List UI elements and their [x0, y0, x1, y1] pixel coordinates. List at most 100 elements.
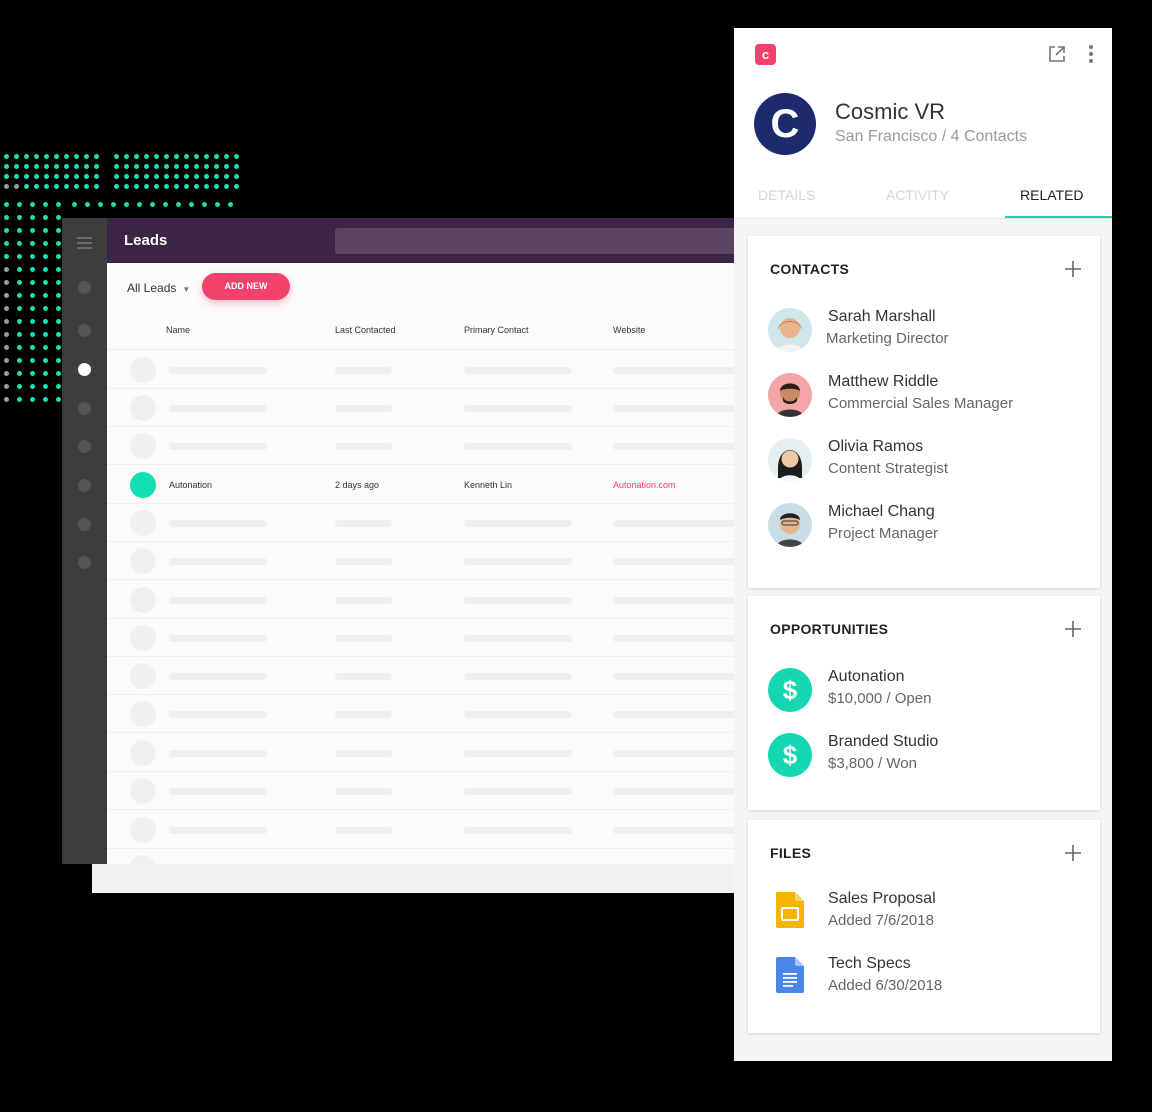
contact-item[interactable]: Michael Chang Project Manager: [768, 501, 1088, 551]
app-window-shadow: [92, 860, 738, 893]
contact-item[interactable]: Sarah Marshall Marketing Director: [768, 306, 1088, 356]
decorative-dot: [17, 293, 22, 298]
nav-rail-item[interactable]: [78, 479, 91, 492]
add-opportunity-plus-icon[interactable]: [1065, 621, 1081, 637]
decorative-dot: [30, 345, 35, 350]
placeholder-avatar: [130, 357, 156, 383]
placeholder-bar: [335, 711, 392, 718]
placeholder-bar: [169, 367, 267, 374]
decorative-dot: [17, 280, 22, 285]
more-options-icon[interactable]: [1083, 44, 1099, 64]
decorative-dot: [164, 184, 169, 189]
table-row-placeholder[interactable]: [107, 427, 738, 465]
decorative-dot: [214, 184, 219, 189]
table-row-placeholder[interactable]: [107, 389, 738, 427]
decorative-dot: [174, 174, 179, 179]
contact-item[interactable]: Olivia Ramos Content Strategist: [768, 436, 1088, 486]
decorative-dot: [43, 345, 48, 350]
column-header-website[interactable]: Website: [613, 325, 645, 335]
placeholder-bar: [169, 750, 267, 757]
decorative-dot: [56, 267, 61, 272]
placeholder-avatar: [130, 778, 156, 804]
table-row-placeholder[interactable]: [107, 542, 738, 580]
decorative-dot: [43, 384, 48, 389]
column-header-primary-contact[interactable]: Primary Contact: [464, 325, 529, 335]
placeholder-bar: [613, 711, 738, 718]
opportunity-item[interactable]: $ Autonation $10,000 / Open: [768, 666, 1088, 716]
decorative-dot: [17, 228, 22, 233]
decorative-dot: [74, 184, 79, 189]
tab-related[interactable]: RELATED: [1020, 187, 1084, 203]
table-row-placeholder[interactable]: [107, 657, 738, 695]
decorative-dot: [64, 184, 69, 189]
decorative-dot: [204, 164, 209, 169]
add-contact-plus-icon[interactable]: [1065, 261, 1081, 277]
nav-rail-item[interactable]: [78, 556, 91, 569]
table-row-placeholder[interactable]: [107, 811, 738, 849]
decorative-dot: [194, 184, 199, 189]
search-input[interactable]: [335, 228, 738, 254]
table-row-placeholder[interactable]: [107, 619, 738, 657]
hamburger-menu-icon[interactable]: [77, 237, 92, 252]
table-row-placeholder[interactable]: [107, 581, 738, 619]
nav-rail-item[interactable]: [78, 281, 91, 294]
placeholder-bar: [335, 520, 392, 527]
opportunity-detail: $10,000 / Open: [828, 690, 932, 707]
decorative-dot: [137, 202, 142, 207]
decorative-dot: [17, 241, 22, 246]
decorative-dot: [74, 164, 79, 169]
decorative-dot: [4, 384, 9, 389]
table-row-placeholder[interactable]: [107, 734, 738, 772]
decorative-dot: [34, 174, 39, 179]
lead-website-link[interactable]: Autonation.com: [613, 480, 676, 490]
tab-activity[interactable]: ACTIVITY: [886, 187, 949, 203]
file-item[interactable]: Tech Specs Added 6/30/2018: [768, 953, 1088, 1003]
column-header-last-contacted[interactable]: Last Contacted: [335, 325, 396, 335]
open-external-icon[interactable]: [1048, 45, 1066, 63]
decorative-dot: [224, 154, 229, 159]
placeholder-bar: [464, 443, 572, 450]
contact-name: Olivia Ramos: [828, 438, 924, 455]
nav-rail-item[interactable]: [78, 402, 91, 415]
placeholder-avatar: [130, 433, 156, 459]
dollar-icon: $: [768, 733, 812, 777]
table-row-lead[interactable]: Autonation 2 days ago Kenneth Lin Autonatio…: [107, 466, 738, 504]
decorative-dot: [56, 293, 61, 298]
nav-rail-item[interactable]: [78, 324, 91, 337]
table-row-placeholder[interactable]: [107, 504, 738, 542]
decorative-dot: [4, 319, 9, 324]
decorative-dot: [43, 202, 48, 207]
decorative-dot: [4, 306, 9, 311]
placeholder-bar: [335, 367, 392, 374]
nav-rail-item[interactable]: [78, 518, 91, 531]
page-title: Leads: [124, 232, 168, 249]
tab-details[interactable]: DETAILS: [758, 187, 815, 203]
decorative-dot: [17, 345, 22, 350]
placeholder-avatar: [130, 855, 156, 864]
decorative-dot: [56, 202, 61, 207]
table-row-placeholder[interactable]: [107, 772, 738, 810]
nav-rail-item-active[interactable]: [78, 363, 91, 376]
decorative-dot: [43, 397, 48, 402]
decorative-dot: [34, 184, 39, 189]
decorative-dot: [94, 184, 99, 189]
table-row-placeholder[interactable]: [107, 695, 738, 733]
file-item[interactable]: Sales Proposal Added 7/6/2018: [768, 888, 1088, 938]
placeholder-bar: [613, 520, 738, 527]
nav-rail: [62, 218, 107, 864]
placeholder-bar: [335, 597, 392, 604]
add-new-button[interactable]: ADD NEW: [202, 273, 290, 300]
table-row-placeholder[interactable]: [107, 351, 738, 389]
placeholder-bar: [335, 405, 392, 412]
table-row-placeholder[interactable]: [107, 849, 738, 864]
add-file-plus-icon[interactable]: [1065, 845, 1081, 861]
opportunity-item[interactable]: $ Branded Studio $3,800 / Won: [768, 731, 1088, 781]
decorative-dot: [154, 174, 159, 179]
contact-item[interactable]: Matthew Riddle Commercial Sales Manager: [768, 371, 1088, 421]
decorative-dot: [24, 184, 29, 189]
filter-dropdown[interactable]: All Leads ▼: [127, 281, 190, 295]
placeholder-bar: [169, 520, 267, 527]
column-header-name[interactable]: Name: [166, 325, 190, 335]
nav-rail-item[interactable]: [78, 440, 91, 453]
decorative-dot: [184, 174, 189, 179]
